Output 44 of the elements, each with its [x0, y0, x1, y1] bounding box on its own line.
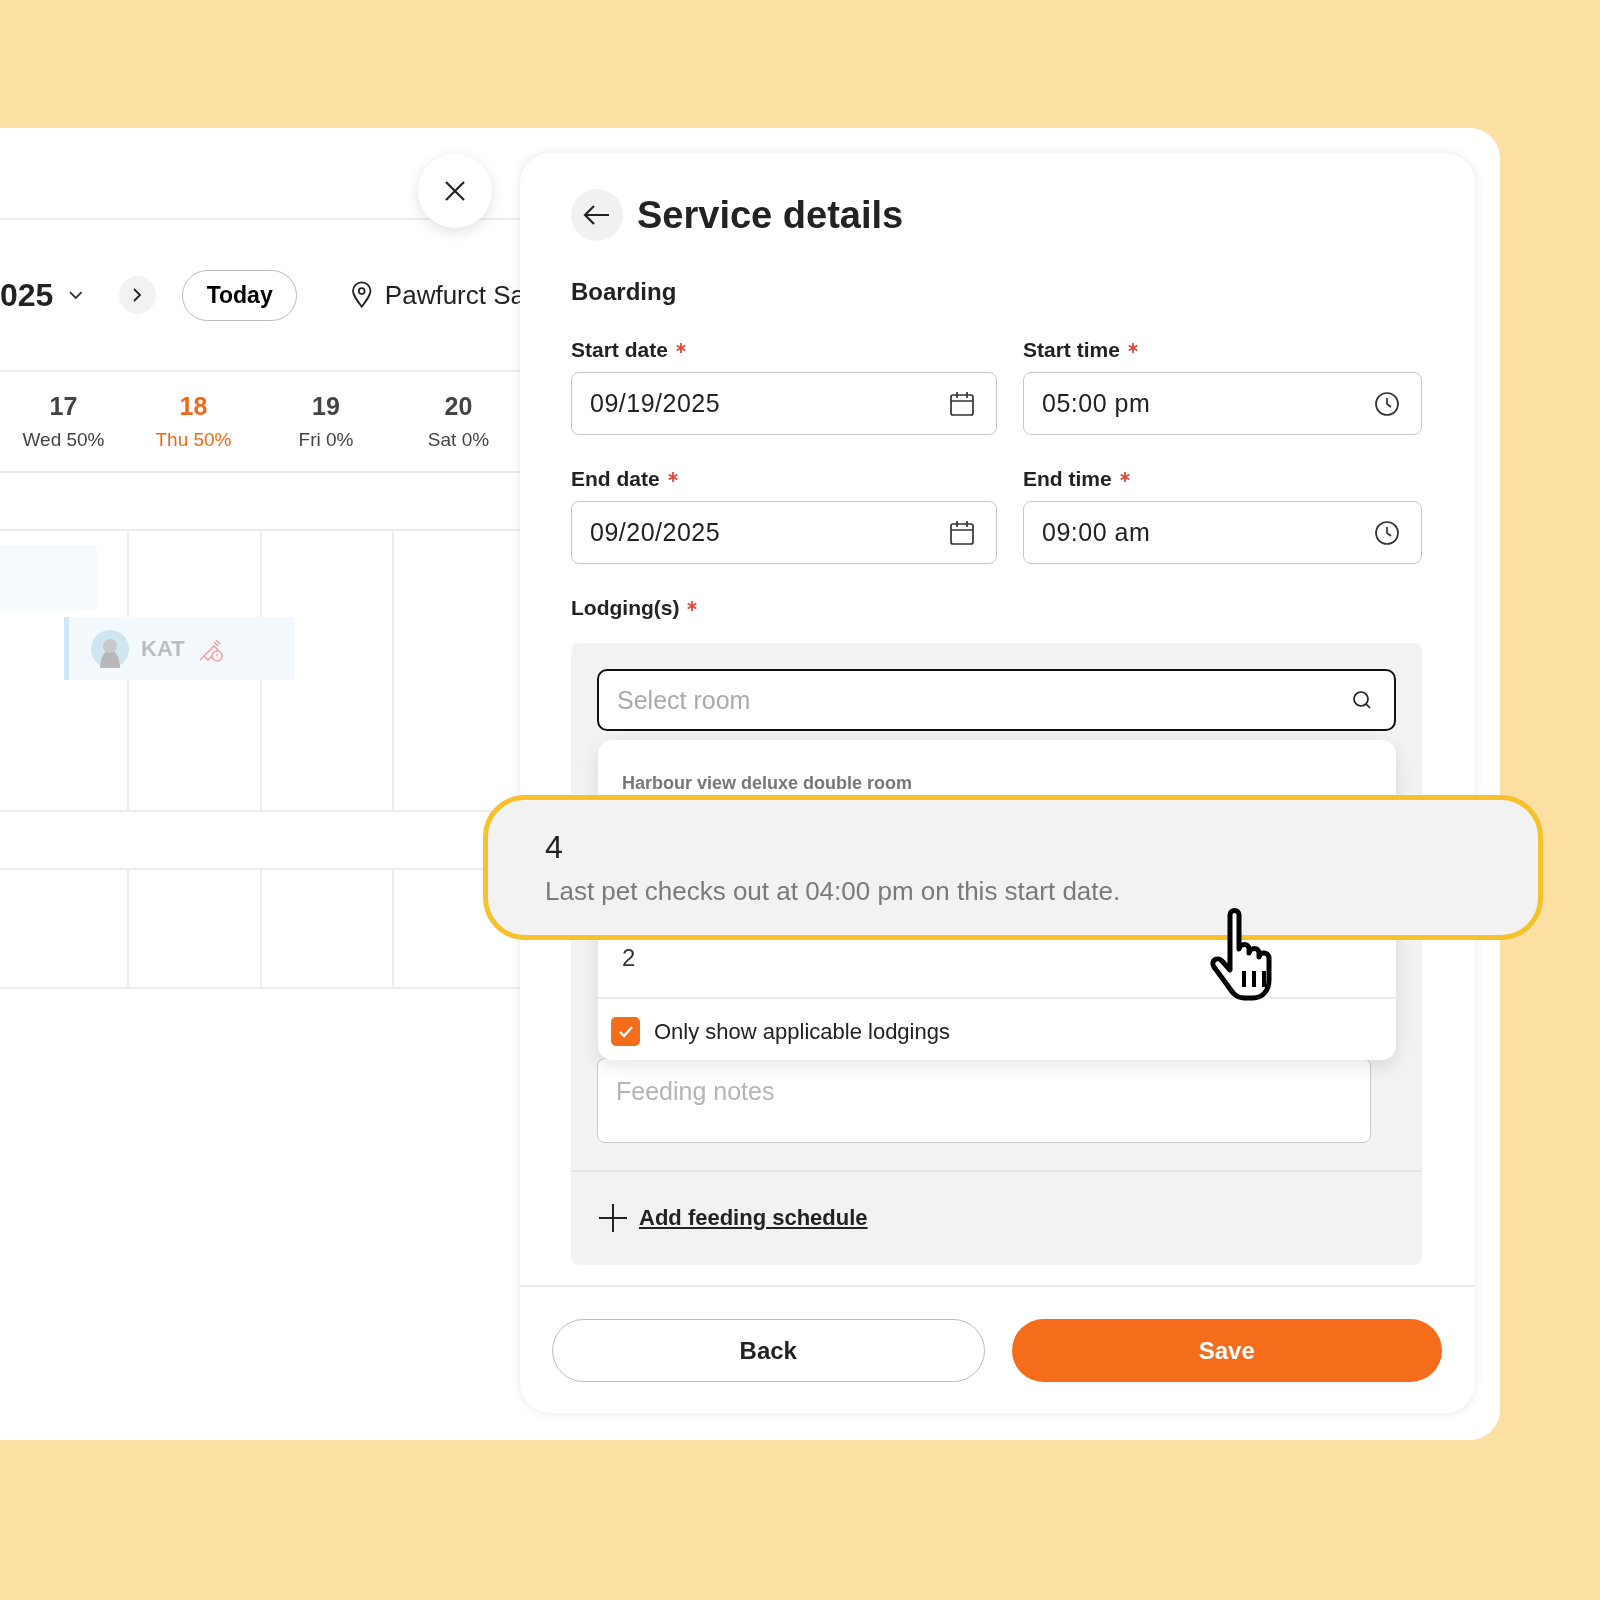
- location-pin-icon: [351, 281, 373, 309]
- day-occupancy-label: Fri 0%: [298, 429, 354, 451]
- close-icon: [443, 179, 467, 203]
- field-label: End time: [1023, 467, 1112, 491]
- chevron-down-icon[interactable]: [67, 289, 85, 301]
- month-year-label: 025: [0, 276, 54, 314]
- day-number: 18: [179, 392, 208, 421]
- plus-icon: [597, 1202, 629, 1234]
- field-label: End date: [571, 467, 660, 491]
- room-option-highlight[interactable]: 4 Last pet checks out at 04:00 pm on this start date.: [483, 795, 1543, 940]
- time-field[interactable]: 09:00 am: [1023, 501, 1422, 564]
- day-number: 20: [444, 392, 473, 421]
- day-number: 17: [49, 392, 78, 421]
- back-button[interactable]: Back: [552, 1319, 985, 1382]
- feeding-notes-field[interactable]: Feeding notes: [597, 1058, 1371, 1143]
- calendar-icon: [948, 389, 976, 418]
- panel-title: Service details: [637, 193, 904, 237]
- day-occupancy-label: Sat 0%: [427, 429, 490, 451]
- date-field[interactable]: 09/19/2025: [571, 372, 997, 435]
- field-label: Start time: [1023, 338, 1120, 362]
- field-label: Lodging(s): [571, 596, 680, 620]
- calendar-icon: [948, 518, 976, 547]
- day-number: 19: [312, 392, 340, 421]
- room-number: 4: [545, 828, 564, 866]
- room-group-heading: Harbour view deluxe double room: [621, 772, 914, 794]
- back-arrow-button[interactable]: [571, 189, 623, 241]
- checkout-message: Last pet checks out at 04:00 pm on this start date.: [545, 875, 1122, 907]
- day-occupancy-label: Wed 50%: [22, 429, 105, 451]
- room-search-field[interactable]: Select room: [597, 669, 1396, 731]
- clock-icon: [1373, 518, 1401, 547]
- time-field[interactable]: 05:00 pm: [1023, 372, 1422, 435]
- pet-name: KAT: [141, 635, 185, 662]
- pet-avatar-icon: [91, 629, 129, 668]
- field-label: Start date: [571, 338, 668, 362]
- today-button[interactable]: Today: [182, 269, 298, 321]
- date-field[interactable]: 09/20/2025: [571, 501, 997, 564]
- checkbox[interactable]: [611, 1017, 640, 1046]
- next-button[interactable]: [118, 276, 156, 314]
- arrow-left-icon: [583, 204, 611, 226]
- checkbox-label: Only show applicable lodgings: [654, 1018, 950, 1045]
- clock-icon: [1373, 389, 1401, 418]
- add-feeding-schedule-link[interactable]: Add feeding schedule: [639, 1205, 868, 1231]
- day-occupancy-label: Thu 50%: [155, 429, 232, 451]
- service-name: Boarding: [571, 278, 678, 306]
